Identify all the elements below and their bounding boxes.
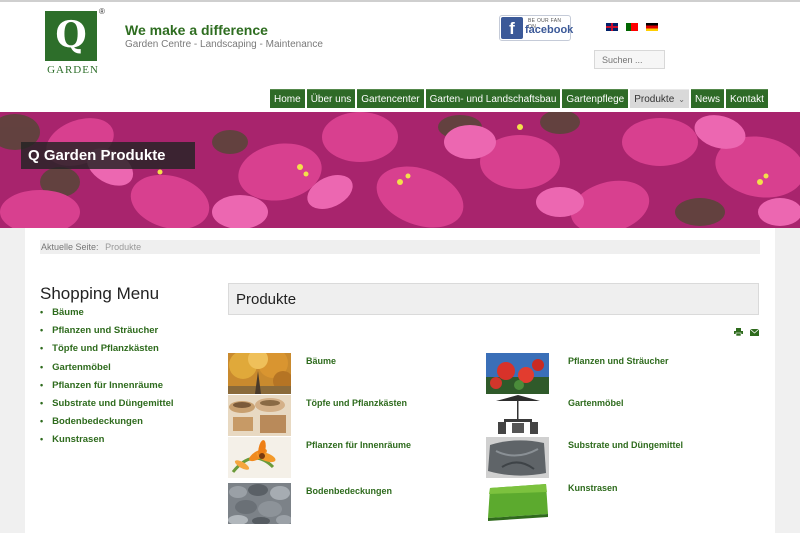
breadcrumb-current: Produkte	[105, 242, 142, 252]
registered-mark: ®	[99, 7, 105, 16]
facebook-fan-button[interactable]: f BE OUR FAN ON facebook	[499, 15, 574, 41]
nav-garten-landschaftsbau[interactable]: Garten- und Landschaftsbau	[425, 89, 561, 108]
shop-item-kunstrasen[interactable]: Kunstrasen	[40, 431, 174, 449]
shop-item-baeume[interactable]: Bäume	[40, 304, 174, 322]
main-nav: Home Über uns Gartencenter Garten- und L…	[270, 89, 770, 108]
red-flower-shrub-photo[interactable]	[486, 353, 549, 394]
breadcrumb: Aktuelle Seite: Produkte	[40, 240, 760, 254]
nav-news[interactable]: News	[690, 89, 724, 108]
nav-gartencenter[interactable]: Gartencenter	[357, 89, 424, 108]
product-label-toepfe[interactable]: Töpfe und Pflanzkästen	[306, 398, 407, 408]
shop-item-innenraeume[interactable]: Pflanzen für Innenräume	[40, 377, 174, 395]
english-flag-icon[interactable]	[606, 23, 618, 31]
logo-letter: Q	[55, 14, 87, 56]
product-label-innenraeume[interactable]: Pflanzen für Innenräume	[306, 440, 411, 450]
nav-gartenpflege[interactable]: Gartenpflege	[562, 89, 629, 108]
breadcrumb-label: Aktuelle Seite:	[41, 242, 99, 252]
product-label-baeume[interactable]: Bäume	[306, 356, 336, 366]
shop-item-substrate[interactable]: Substrate und Düngemittel	[40, 395, 173, 413]
product-label-kunstrasen[interactable]: Kunstrasen	[568, 483, 618, 493]
site-header: Q ® GARDEN We make a difference Garden C…	[0, 2, 800, 112]
tagline-subline: Garden Centre - Landscaping - Maintenanc…	[125, 39, 323, 50]
banner-title: Q Garden Produkte	[21, 142, 195, 169]
orange-flower-photo[interactable]	[228, 437, 291, 478]
product-label-gartenmoebel[interactable]: Gartenmöbel	[568, 398, 624, 408]
print-icon[interactable]	[734, 328, 743, 336]
q-garden-logo[interactable]: Q ® GARDEN	[45, 7, 105, 77]
artificial-grass-photo[interactable]	[486, 480, 549, 521]
nav-kontakt[interactable]: Kontakt	[725, 89, 768, 108]
nav-home[interactable]: Home	[270, 89, 305, 108]
pebbles-photo[interactable]	[228, 483, 291, 524]
product-label-substrate[interactable]: Substrate und Düngemittel	[568, 440, 683, 450]
logo-word: GARDEN	[47, 64, 99, 76]
product-label-pflanzen-straeucher[interactable]: Pflanzen und Sträucher	[568, 356, 669, 366]
nav-produkte[interactable]: Produkte ⌄	[630, 89, 689, 108]
tagline: We make a difference	[125, 22, 268, 38]
shop-item-gartenmoebel[interactable]: Gartenmöbel	[40, 359, 174, 377]
nav-ueber-uns[interactable]: Über uns	[306, 89, 356, 108]
page-title: Produkte	[228, 283, 759, 315]
nav-produkte-label: Produkte	[634, 94, 675, 105]
shop-item-bodenbedeckungen[interactable]: Bodenbedeckungen	[40, 413, 174, 431]
portuguese-flag-icon[interactable]	[626, 23, 638, 31]
facebook-f-icon: f	[501, 17, 523, 39]
patio-furniture-photo[interactable]	[486, 395, 549, 436]
soil-bag-photo[interactable]	[486, 437, 549, 478]
clay-pots-photo[interactable]	[228, 395, 291, 436]
hero-banner-bougainvillea	[0, 112, 800, 228]
shop-item-toepfe[interactable]: Töpfe und Pflanzkästen	[40, 340, 174, 358]
search-input[interactable]	[594, 50, 665, 69]
shopping-menu-list: Bäume Pflanzen und Sträucher Töpfe und P…	[40, 304, 174, 450]
facebook-wordmark: facebook	[525, 24, 574, 36]
chevron-down-icon: ⌄	[678, 95, 685, 104]
mail-icon[interactable]	[750, 328, 759, 336]
shopping-menu-title: Shopping Menu	[40, 284, 160, 303]
product-label-bodenbedeckungen[interactable]: Bodenbedeckungen	[306, 486, 392, 496]
german-flag-icon[interactable]	[646, 23, 658, 31]
shop-item-pflanzen-straeucher[interactable]: Pflanzen und Sträucher	[40, 322, 174, 340]
tree-photo[interactable]	[228, 353, 291, 394]
